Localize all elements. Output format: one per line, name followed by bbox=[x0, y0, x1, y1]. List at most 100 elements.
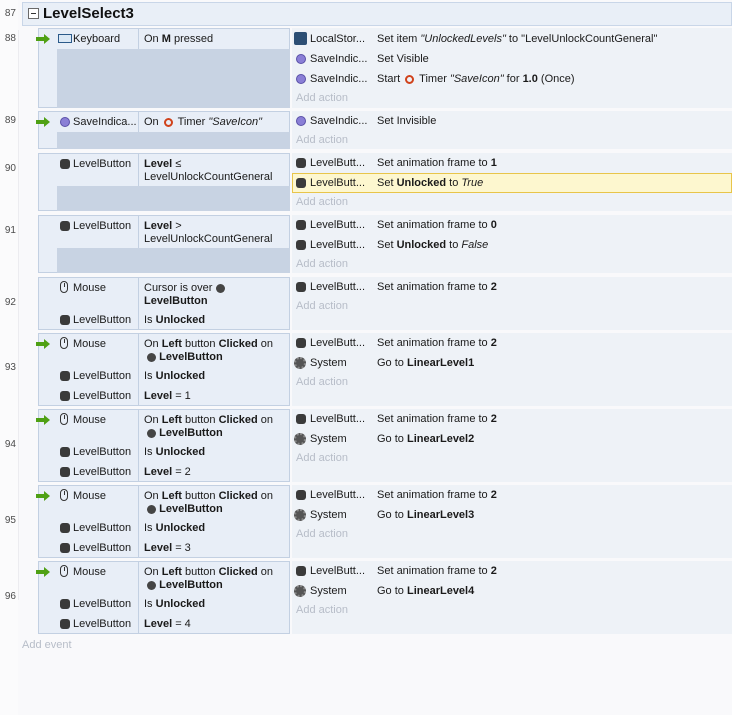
action-row[interactable]: SaveIndic... Set Invisible bbox=[292, 111, 732, 131]
condition-row[interactable]: Mouse On Left button Clicked on LevelBut… bbox=[36, 486, 289, 518]
action-row[interactable]: LocalStor... Set item "UnlockedLevels" t… bbox=[292, 29, 732, 49]
condition-row[interactable]: Mouse On Left button Clicked on LevelBut… bbox=[36, 562, 289, 594]
condition-row[interactable]: LevelButton Is Unlocked bbox=[39, 594, 289, 614]
add-action-link[interactable]: Add action bbox=[296, 258, 348, 270]
add-action-link[interactable]: Add action bbox=[296, 196, 348, 208]
event-89-conditions[interactable]: SaveIndica... On Timer "SaveIcon" bbox=[36, 111, 290, 149]
divider bbox=[138, 154, 139, 186]
action-object: LevelButt... bbox=[310, 239, 366, 251]
add-action-link[interactable]: Add action bbox=[296, 452, 348, 464]
condition-row[interactable]: Mouse Cursor is over LevelButton bbox=[39, 278, 289, 310]
event-91-conditions[interactable]: LevelButton Level > LevelUnlockCountGener… bbox=[38, 215, 290, 273]
event-96-conditions[interactable]: Mouse On Left button Clicked on LevelBut… bbox=[36, 561, 290, 634]
action-row[interactable]: LevelButt... Set animation frame to 2 bbox=[292, 561, 732, 581]
add-action-link[interactable]: Add action bbox=[296, 134, 348, 146]
condition-row[interactable]: LevelButton Level > LevelUnlockCountGener… bbox=[39, 216, 289, 248]
action-text: Set Unlocked to False bbox=[377, 239, 489, 251]
condition-row[interactable]: LevelButton Is Unlocked bbox=[39, 366, 289, 386]
condition-object: LevelButton bbox=[73, 370, 132, 382]
action-row[interactable]: LevelButt... Set animation frame to 2 bbox=[292, 485, 732, 505]
condition-row[interactable]: Keyboard On M pressed bbox=[36, 29, 289, 49]
add-action-link[interactable]: Add action bbox=[296, 528, 348, 540]
condition-row[interactable]: LevelButton Level = 2 bbox=[39, 462, 289, 482]
collapse-toggle-icon[interactable] bbox=[28, 8, 39, 19]
condition-row[interactable]: LevelButton Is Unlocked bbox=[39, 310, 289, 330]
action-object: LevelButt... bbox=[310, 157, 366, 169]
condition-row[interactable]: LevelButton Level = 4 bbox=[39, 614, 289, 634]
action-text: Go to LinearLevel3 bbox=[377, 509, 475, 521]
event-93-conditions[interactable]: Mouse On Left button Clicked on LevelBut… bbox=[36, 333, 290, 406]
action-object: System bbox=[310, 433, 347, 445]
add-action-link[interactable]: Add action bbox=[296, 376, 348, 388]
condition-text: Cursor is over LevelButton bbox=[144, 282, 286, 308]
add-event-link[interactable]: Add event bbox=[22, 639, 72, 651]
line-number: 92 bbox=[4, 297, 16, 308]
mouse-icon bbox=[60, 281, 68, 293]
condition-row[interactable]: LevelButton Level ≤ LevelUnlockCountGener… bbox=[39, 154, 289, 186]
save-indicator-icon bbox=[60, 117, 70, 127]
condition-row[interactable]: SaveIndica... On Timer "SaveIcon" bbox=[36, 112, 289, 132]
condition-object: LevelButton bbox=[73, 542, 132, 554]
condition-row[interactable]: Mouse On Left button Clicked on LevelBut… bbox=[36, 334, 289, 366]
event-92-conditions[interactable]: Mouse Cursor is over LevelButton LevelBu… bbox=[38, 277, 290, 330]
condition-row[interactable]: Mouse On Left button Clicked on LevelBut… bbox=[36, 410, 289, 442]
action-row[interactable]: LevelButt... Set animation frame to 1 bbox=[292, 153, 732, 173]
condition-object: LevelButton bbox=[73, 158, 132, 170]
event-group-header[interactable]: LevelSelect3 bbox=[22, 2, 732, 26]
action-row[interactable]: SaveIndic... Start Timer "SaveIcon" for … bbox=[292, 69, 732, 89]
mouse-icon bbox=[60, 565, 68, 577]
action-object: LevelButt... bbox=[310, 177, 366, 189]
condition-text: Level > LevelUnlockCountGeneral bbox=[144, 220, 273, 245]
action-row[interactable]: LevelButt... Set Unlocked to False bbox=[292, 235, 732, 255]
condition-row[interactable]: LevelButton Level = 3 bbox=[39, 538, 289, 558]
divider bbox=[138, 112, 139, 132]
condition-row[interactable]: LevelButton Level = 1 bbox=[39, 386, 289, 406]
event-90-conditions[interactable]: LevelButton Level ≤ LevelUnlockCountGener… bbox=[38, 153, 290, 211]
condition-object: LevelButton bbox=[73, 522, 132, 534]
add-action-link[interactable]: Add action bbox=[296, 604, 348, 616]
action-row-selected[interactable]: LevelButt... Set Unlocked to True bbox=[292, 173, 732, 193]
event-95-conditions[interactable]: Mouse On Left button Clicked on LevelBut… bbox=[36, 485, 290, 558]
action-row[interactable]: LevelButt... Set animation frame to 2 bbox=[292, 333, 732, 353]
sprite-icon bbox=[60, 619, 70, 629]
sprite-icon bbox=[60, 523, 70, 533]
condition-row[interactable]: LevelButton Is Unlocked bbox=[39, 518, 289, 538]
add-action-link[interactable]: Add action bbox=[296, 92, 348, 104]
trigger-arrow-icon bbox=[36, 415, 50, 425]
condition-row[interactable]: LevelButton Is Unlocked bbox=[39, 442, 289, 462]
action-row[interactable]: System Go to LinearLevel4 bbox=[292, 581, 732, 601]
action-object: LevelButt... bbox=[310, 281, 366, 293]
action-object: LevelButt... bbox=[310, 219, 366, 231]
condition-text: On Left button Clicked on LevelButton bbox=[144, 566, 274, 591]
event-88-conditions[interactable]: Keyboard On M pressed bbox=[36, 28, 290, 108]
sprite-icon bbox=[60, 447, 70, 457]
sprite-icon bbox=[296, 414, 306, 424]
condition-filler bbox=[57, 248, 290, 273]
mouse-icon bbox=[60, 337, 68, 349]
divider bbox=[138, 594, 139, 614]
action-row[interactable]: LevelButt... Set animation frame to 2 bbox=[292, 409, 732, 429]
action-row[interactable]: System Go to LinearLevel2 bbox=[292, 429, 732, 449]
action-row[interactable]: System Go to LinearLevel1 bbox=[292, 353, 732, 373]
action-row[interactable]: LevelButt... Set animation frame to 2 bbox=[292, 277, 732, 297]
condition-text: Is Unlocked bbox=[144, 598, 206, 610]
line-number: 91 bbox=[4, 225, 16, 236]
action-text: Set Invisible bbox=[377, 115, 437, 127]
condition-object: LevelButton bbox=[73, 220, 132, 232]
divider bbox=[138, 538, 139, 558]
mouse-icon bbox=[60, 489, 68, 501]
event-94-conditions[interactable]: Mouse On Left button Clicked on LevelBut… bbox=[36, 409, 290, 482]
condition-object: LevelButton bbox=[73, 446, 132, 458]
action-row[interactable]: SaveIndic... Set Visible bbox=[292, 49, 732, 69]
action-row[interactable]: LevelButt... Set animation frame to 0 bbox=[292, 215, 732, 235]
action-text: Set animation frame to 2 bbox=[377, 413, 497, 425]
action-row[interactable]: System Go to LinearLevel3 bbox=[292, 505, 732, 525]
condition-object: LevelButton bbox=[73, 466, 132, 478]
condition-object: LevelButton bbox=[73, 598, 132, 610]
add-action-link[interactable]: Add action bbox=[296, 300, 348, 312]
action-object: LevelButt... bbox=[310, 489, 366, 501]
action-text: Set animation frame to 0 bbox=[377, 219, 497, 231]
group-title: LevelSelect3 bbox=[43, 5, 134, 22]
line-number: 94 bbox=[4, 439, 16, 450]
condition-object: Mouse bbox=[73, 338, 107, 350]
